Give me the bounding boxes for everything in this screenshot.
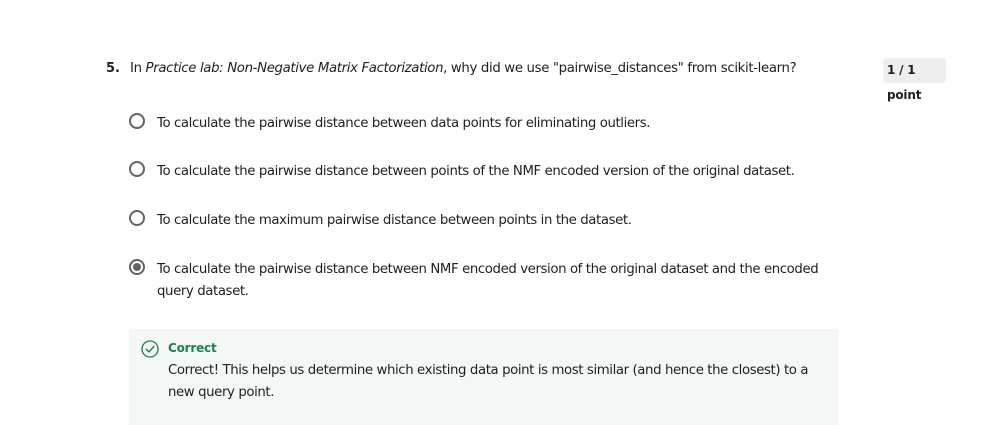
radio-button[interactable] [129, 161, 145, 177]
question-header: 5. In Practice lab: Non-Negative Matrix … [106, 58, 946, 102]
option-label: To calculate the pairwise distance betwe… [157, 262, 819, 299]
feedback-message: Correct! This helps us determine which e… [168, 363, 809, 400]
check-circle-icon [141, 340, 159, 358]
option-label: To calculate the pairwise distance betwe… [157, 164, 795, 179]
question-lab-name: Practice lab: Non-Negative Matrix Factor… [145, 61, 444, 76]
question-text: In Practice lab: Non-Negative Matrix Fac… [130, 61, 797, 76]
quiz-question: 5. In Practice lab: Non-Negative Matrix … [106, 58, 946, 425]
points-badge: 1 / 1 point [883, 58, 946, 102]
feedback-panel: Correct Correct! This helps us determine… [129, 329, 838, 425]
option-label: To calculate the maximum pairwise distan… [157, 213, 632, 228]
question-text-prefix: In [130, 61, 146, 76]
radio-button[interactable] [129, 210, 145, 226]
option-label: To calculate the pairwise distance betwe… [157, 116, 651, 131]
feedback-status: Correct [168, 341, 217, 355]
radio-button-selected[interactable] [129, 259, 145, 275]
question-number: 5. [106, 61, 120, 76]
question-text-suffix: , why did we use "pairwise_distances" fr… [443, 61, 797, 76]
radio-button[interactable] [129, 113, 145, 129]
